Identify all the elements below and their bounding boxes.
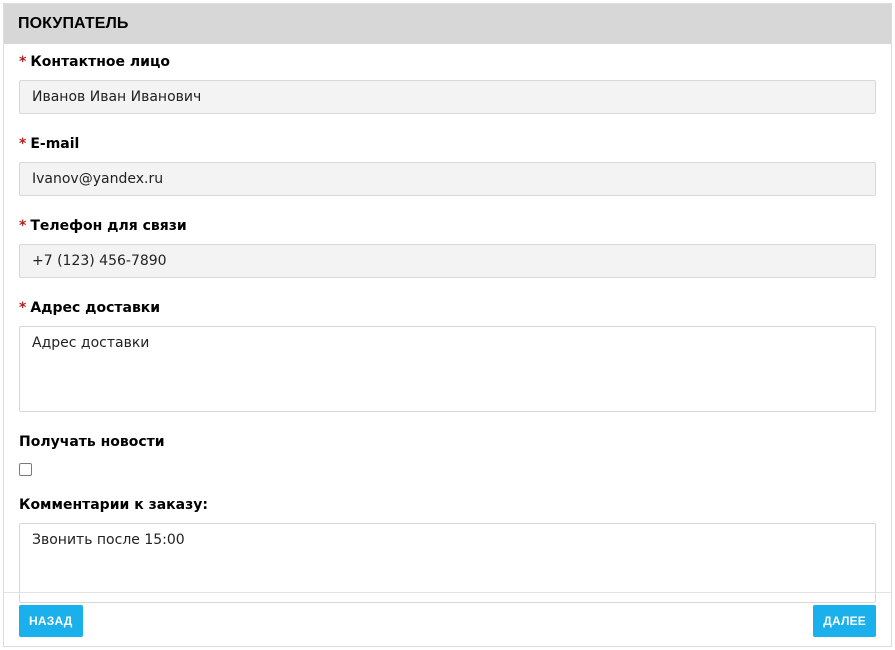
newsletter-field-group: Получать новости [19, 434, 876, 477]
required-mark: * [19, 218, 27, 234]
email-field-group: * E-mail Ivanov@yandex.ru [19, 136, 876, 196]
phone-label-text: Телефон для связи [30, 218, 187, 234]
back-button[interactable]: НАЗАД [19, 604, 83, 637]
next-button[interactable]: ДАЛЕЕ [813, 604, 876, 637]
form-footer: НАЗАД ДАЛЕЕ [4, 592, 891, 646]
required-mark: * [19, 300, 27, 316]
contact-field-group: * Контактное лицо Иванов Иван Иванович [19, 54, 876, 114]
newsletter-checkbox[interactable] [19, 463, 32, 476]
required-mark: * [19, 136, 27, 152]
buyer-form: * Контактное лицо Иванов Иван Иванович *… [4, 44, 891, 603]
newsletter-label: Получать новости [19, 434, 165, 450]
comment-field-group: Комментарии к заказу: Звонить после 15:0… [19, 497, 876, 603]
address-textarea[interactable]: Адрес доставки [19, 326, 876, 412]
address-label-text: Адрес доставки [30, 300, 161, 316]
required-mark: * [19, 54, 27, 70]
contact-input[interactable]: Иванов Иван Иванович [19, 80, 876, 114]
phone-input[interactable]: +7 (123) 456-7890 [19, 244, 876, 278]
panel-title: ПОКУПАТЕЛЬ [18, 15, 129, 32]
contact-label-text: Контактное лицо [30, 54, 170, 70]
contact-label: * Контактное лицо [19, 54, 876, 71]
newsletter-checkbox-wrap [19, 463, 876, 477]
address-field-group: * Адрес доставки Адрес доставки [19, 300, 876, 412]
address-label: * Адрес доставки [19, 300, 876, 317]
email-label: * E-mail [19, 136, 876, 153]
comment-label: Комментарии к заказу: [19, 497, 208, 513]
comment-textarea[interactable]: Звонить после 15:00 [19, 523, 876, 603]
phone-field-group: * Телефон для связи +7 (123) 456-7890 [19, 218, 876, 278]
phone-label: * Телефон для связи [19, 218, 876, 235]
email-label-text: E-mail [30, 136, 80, 152]
buyer-panel: ПОКУПАТЕЛЬ * Контактное лицо Иванов Иван… [3, 3, 892, 647]
email-input[interactable]: Ivanov@yandex.ru [19, 162, 876, 196]
panel-header: ПОКУПАТЕЛЬ [4, 4, 891, 44]
